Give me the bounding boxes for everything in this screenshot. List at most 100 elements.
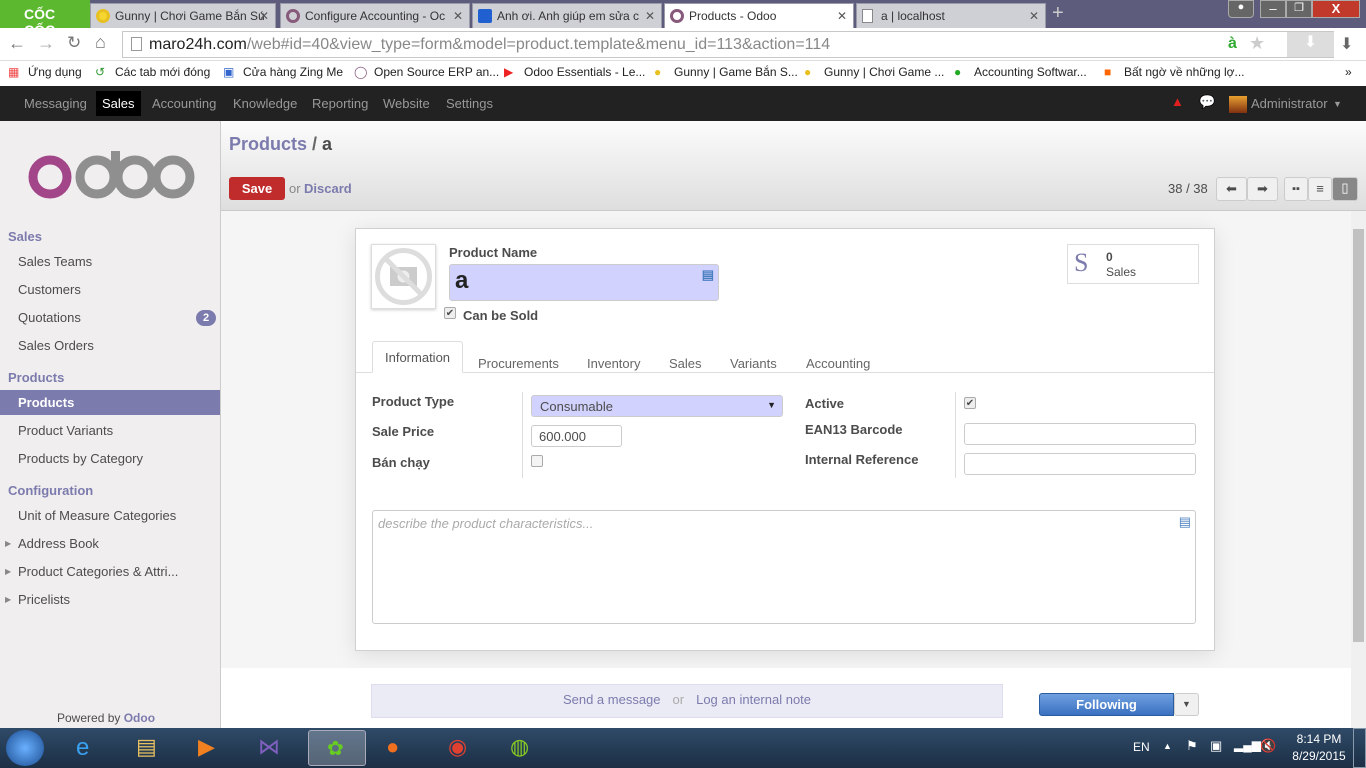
browser-tab[interactable]: Gunny | Chơi Game Bắn Sú ✕ bbox=[90, 3, 276, 28]
close-window-icon[interactable]: X bbox=[1312, 0, 1360, 18]
ban-chay-checkbox[interactable] bbox=[531, 455, 543, 467]
coccoc-dict-icon[interactable]: à bbox=[1228, 35, 1237, 53]
clock-date[interactable]: 8/29/2015 bbox=[1288, 749, 1350, 763]
close-icon[interactable]: ✕ bbox=[1029, 9, 1039, 23]
tab-sales[interactable]: Sales bbox=[669, 356, 702, 371]
internal-reference-input[interactable] bbox=[964, 453, 1196, 475]
home-icon[interactable]: ⌂ bbox=[95, 32, 106, 53]
previous-record-button[interactable]: ⬅ bbox=[1216, 177, 1247, 201]
download-icon[interactable]: ⬇ bbox=[1287, 32, 1334, 57]
browser-logo[interactable]: CỐC CỐC bbox=[0, 0, 90, 38]
action-center-icon[interactable]: ⚑ bbox=[1186, 738, 1198, 754]
nav-accounting[interactable]: Accounting bbox=[152, 96, 216, 111]
tab-inventory[interactable]: Inventory bbox=[587, 356, 640, 371]
close-icon[interactable]: ✕ bbox=[645, 9, 655, 23]
clock-time[interactable]: 8:14 PM bbox=[1292, 732, 1346, 746]
sidebar-item-product-categories[interactable]: ▶ Product Categories & Attri... bbox=[0, 559, 220, 584]
restore-icon[interactable]: ❐ bbox=[1286, 0, 1312, 18]
star-icon[interactable]: ★ bbox=[1249, 33, 1265, 54]
tab-variants[interactable]: Variants bbox=[730, 356, 777, 371]
firefox-icon[interactable]: ● bbox=[386, 734, 399, 760]
form-view-icon[interactable]: ▯ bbox=[1332, 177, 1358, 201]
show-desktop-button[interactable] bbox=[1353, 728, 1366, 768]
nav-messaging[interactable]: Messaging bbox=[24, 96, 87, 111]
ie-icon[interactable]: e bbox=[76, 734, 89, 762]
scrollbar-thumb[interactable] bbox=[1353, 229, 1364, 642]
forward-icon[interactable]: → bbox=[37, 33, 55, 54]
start-button[interactable] bbox=[6, 730, 44, 766]
product-name-input[interactable]: a ▤ bbox=[449, 264, 719, 301]
bookmark[interactable]: Open Source ERP an... bbox=[374, 65, 499, 79]
visual-studio-icon[interactable]: ⋈ bbox=[258, 734, 280, 760]
bookmark[interactable]: Cửa hàng Zing Me bbox=[243, 65, 343, 79]
sidebar-item-sales-orders[interactable]: Sales Orders bbox=[0, 333, 220, 358]
bookmark[interactable]: Ứng dụng bbox=[28, 65, 82, 79]
bookmark[interactable]: Gunny | Game Bắn S... bbox=[674, 65, 798, 79]
caret-down-icon[interactable]: ▼ bbox=[1333, 99, 1342, 109]
volume-muted-icon[interactable]: 🔇 bbox=[1260, 738, 1276, 754]
nav-website[interactable]: Website bbox=[383, 96, 430, 111]
scrollbar[interactable] bbox=[1351, 211, 1366, 728]
url-input[interactable]: maro24h.com/web#id=40&view_type=form&mod… bbox=[122, 31, 1334, 58]
translate-icon[interactable]: ▤ bbox=[1179, 514, 1191, 530]
sidebar-item-customers[interactable]: Customers bbox=[0, 277, 220, 302]
nav-knowledge[interactable]: Knowledge bbox=[233, 96, 297, 111]
product-image[interactable] bbox=[371, 244, 436, 309]
power-icon[interactable]: ▣ bbox=[1210, 738, 1222, 754]
browser-tab-active[interactable]: Products - Odoo ✕ bbox=[664, 3, 854, 28]
coccoc-taskbar-button[interactable]: ✿ bbox=[308, 730, 366, 766]
reload-icon[interactable]: ↻ bbox=[67, 33, 81, 53]
downloads-icon[interactable]: ⬇ bbox=[1340, 34, 1353, 54]
sidebar-item-products-by-category[interactable]: Products by Category bbox=[0, 446, 220, 471]
minimize-icon[interactable]: – bbox=[1260, 0, 1286, 18]
translate-icon[interactable]: ▤ bbox=[702, 267, 714, 283]
close-icon[interactable]: ✕ bbox=[837, 9, 847, 23]
followers-dropdown-icon[interactable]: ▼ bbox=[1174, 693, 1199, 716]
browser-tab[interactable]: Anh ơi. Anh giúp em sửa c ✕ bbox=[472, 3, 662, 28]
more-bookmarks[interactable]: » bbox=[1345, 65, 1352, 79]
bookmark[interactable]: Accounting Softwar... bbox=[974, 65, 1087, 79]
description-textarea[interactable]: describe the product characteristics... ▤ bbox=[372, 510, 1196, 624]
nav-settings[interactable]: Settings bbox=[446, 96, 493, 111]
breadcrumb-products[interactable]: Products bbox=[229, 134, 307, 154]
tab-information[interactable]: Information bbox=[372, 341, 463, 373]
sidebar-item-quotations[interactable]: Quotations 2 bbox=[0, 305, 220, 330]
profile-icon[interactable]: ● bbox=[1228, 0, 1254, 18]
sidebar-item-address-book[interactable]: ▶ Address Book bbox=[0, 531, 220, 556]
bookmark[interactable]: Bất ngờ về những lợ... bbox=[1124, 65, 1245, 79]
ean13-input[interactable] bbox=[964, 423, 1196, 445]
tab-accounting[interactable]: Accounting bbox=[806, 356, 870, 371]
kanban-view-icon[interactable]: ▪▪ bbox=[1284, 177, 1308, 201]
bookmark[interactable]: Các tab mới đóng bbox=[115, 65, 210, 79]
chrome-icon[interactable]: ◉ bbox=[448, 734, 467, 760]
can-be-sold-checkbox[interactable]: ✔ bbox=[444, 307, 456, 319]
tab-procurements[interactable]: Procurements bbox=[478, 356, 559, 371]
dreamweaver-icon[interactable]: ◍ bbox=[510, 734, 529, 760]
explorer-icon[interactable]: ▤ bbox=[136, 734, 157, 760]
close-icon[interactable]: ✕ bbox=[259, 9, 269, 23]
bookmark[interactable]: Odoo Essentials - Le... bbox=[524, 65, 645, 79]
product-type-select[interactable]: Consumable ▼ bbox=[531, 395, 783, 417]
sales-smart-button[interactable]: S 0 Sales bbox=[1067, 244, 1199, 284]
sidebar-item-sales-teams[interactable]: Sales Teams bbox=[0, 249, 220, 274]
back-icon[interactable]: ← bbox=[8, 33, 26, 54]
warning-icon[interactable]: ▲ bbox=[1171, 94, 1184, 109]
powered-by-link[interactable]: Odoo bbox=[124, 711, 155, 725]
sidebar-item-product-variants[interactable]: Product Variants bbox=[0, 418, 220, 443]
tray-expand-icon[interactable]: ▲ bbox=[1163, 741, 1172, 751]
bookmark[interactable]: Gunny | Chơi Game ... bbox=[824, 65, 944, 79]
save-button[interactable]: Save bbox=[229, 177, 285, 200]
browser-tab[interactable]: a | localhost ✕ bbox=[856, 3, 1046, 28]
sidebar-item-uom-categories[interactable]: Unit of Measure Categories bbox=[0, 503, 220, 528]
sale-price-input[interactable]: 600.000 bbox=[531, 425, 622, 447]
list-view-icon[interactable]: ≡ bbox=[1308, 177, 1332, 201]
user-menu[interactable]: Administrator bbox=[1251, 96, 1328, 111]
avatar[interactable] bbox=[1229, 96, 1247, 113]
sidebar-item-pricelists[interactable]: ▶ Pricelists bbox=[0, 587, 220, 612]
log-note-link[interactable]: Log an internal note bbox=[696, 692, 811, 707]
nav-reporting[interactable]: Reporting bbox=[312, 96, 368, 111]
media-player-icon[interactable]: ▶ bbox=[198, 734, 215, 760]
new-tab-icon[interactable]: + bbox=[1052, 2, 1064, 25]
nav-sales[interactable]: Sales bbox=[96, 91, 141, 116]
language-indicator[interactable]: EN bbox=[1133, 740, 1150, 754]
